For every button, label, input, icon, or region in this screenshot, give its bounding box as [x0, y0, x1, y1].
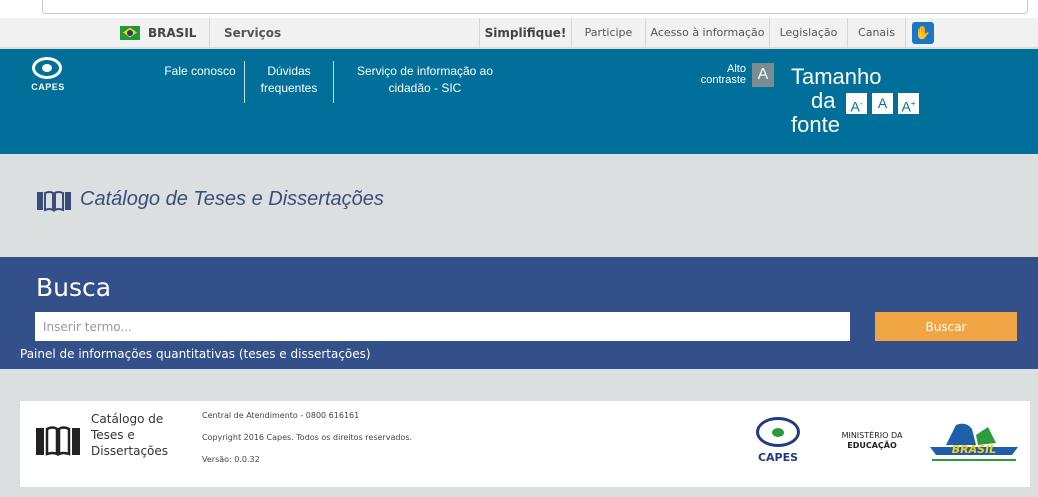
- font-decrease-button[interactable]: A-: [846, 93, 867, 115]
- painel-informacoes-link[interactable]: Painel de informações quantitativas (tes…: [20, 347, 371, 361]
- top-strip: [0, 0, 1038, 18]
- duvidas-frequentes-link[interactable]: Dúvidas frequentes: [246, 63, 332, 97]
- sic-line-2: cidadão - SIC: [388, 81, 462, 95]
- font-increase-label: A: [901, 98, 911, 115]
- brasil-link[interactable]: BRASIL: [110, 18, 210, 48]
- font-increase-sup: +: [910, 99, 916, 108]
- footer-book-icon: [36, 426, 80, 457]
- gov-bar: BRASIL Serviços Simplifique! Participe A…: [0, 18, 1038, 48]
- header-divider: [333, 61, 334, 103]
- alto-contraste-button[interactable]: A: [752, 63, 774, 87]
- sic-line-1: Serviço de informação ao: [356, 64, 494, 78]
- search-heading: Busca: [36, 273, 112, 302]
- participe-link[interactable]: Participe: [572, 18, 646, 48]
- svg-text:BRASIL: BRASIL: [952, 443, 996, 456]
- fale-conosco-link[interactable]: Fale conosco: [158, 63, 242, 80]
- font-increase-button[interactable]: A+: [898, 93, 919, 115]
- ministerio-educacao-logo[interactable]: MINISTÉRIO DA EDUCAÇÃO: [834, 431, 910, 451]
- search-input[interactable]: [35, 312, 850, 341]
- font-decrease-label: A: [850, 98, 860, 115]
- footer-name-line-3: Dissertações: [91, 444, 169, 458]
- footer-capes-logo[interactable]: CAPES: [748, 415, 808, 467]
- brazil-flag-icon: [120, 25, 140, 40]
- book-icon: [37, 191, 71, 212]
- servicos-link[interactable]: Serviços: [210, 18, 480, 48]
- duvidas-line-1: Dúvidas: [267, 64, 311, 78]
- tamanho-line-3: fonte: [791, 112, 840, 137]
- central-atendimento: Central de Atendimento - 0800 616161: [202, 411, 360, 420]
- capes-logo-dot: [42, 64, 52, 72]
- capes-logo-text: CAPES: [31, 82, 65, 92]
- sic-link[interactable]: Serviço de informação ao cidadão - SIC: [340, 63, 510, 97]
- version-text: Versão: 0.0.32: [202, 455, 260, 464]
- footer-catalog-name: Catálogo de Teses e Dissertações: [91, 411, 181, 459]
- footer-capes-text: CAPES: [757, 451, 799, 464]
- page-title: Catálogo de Teses e Dissertações: [80, 188, 384, 210]
- tamanho-line-1: Tamanho: [791, 64, 882, 89]
- footer-name-line-1: Catálogo de: [91, 412, 164, 426]
- copyright-text: Copyright 2016 Capes. Todos os direitos …: [202, 433, 413, 442]
- mec-line-1: MINISTÉRIO DA: [841, 431, 903, 440]
- top-search-bar[interactable]: [42, 0, 1028, 14]
- brasil-label: BRASIL: [148, 26, 197, 40]
- footer-name-line-2: Teses e: [91, 428, 135, 442]
- font-decrease-sup: -: [859, 99, 863, 108]
- legislacao-link[interactable]: Legislação: [770, 18, 848, 48]
- simplifique-link[interactable]: Simplifique!: [480, 18, 572, 48]
- footer-capes-dot: [772, 428, 784, 437]
- mec-line-2: EDUCAÇÃO: [847, 441, 897, 450]
- buscar-button[interactable]: Buscar: [875, 312, 1017, 341]
- duvidas-line-2: frequentes: [260, 81, 318, 95]
- alto-contraste-label: Alto contraste: [690, 64, 746, 86]
- header-divider: [244, 61, 245, 103]
- canais-link[interactable]: Canais: [848, 18, 906, 48]
- capes-logo[interactable]: CAPES: [30, 53, 64, 93]
- acesso-informacao-link[interactable]: Acesso à informação: [646, 18, 770, 48]
- font-normal-button[interactable]: A: [872, 93, 893, 114]
- contraste-line-2: contraste: [700, 74, 746, 86]
- vlibras-icon[interactable]: ✋: [912, 22, 934, 44]
- search-section: Busca Buscar Painel de informações quant…: [0, 257, 1038, 369]
- footer: Catálogo de Teses e Dissertações Central…: [20, 401, 1030, 487]
- site-header: CAPES Fale conosco Dúvidas frequentes Se…: [0, 49, 1038, 154]
- governo-federal-logo[interactable]: BRASIL: [926, 421, 1022, 469]
- title-band: Catálogo de Teses e Dissertações: [0, 154, 1038, 257]
